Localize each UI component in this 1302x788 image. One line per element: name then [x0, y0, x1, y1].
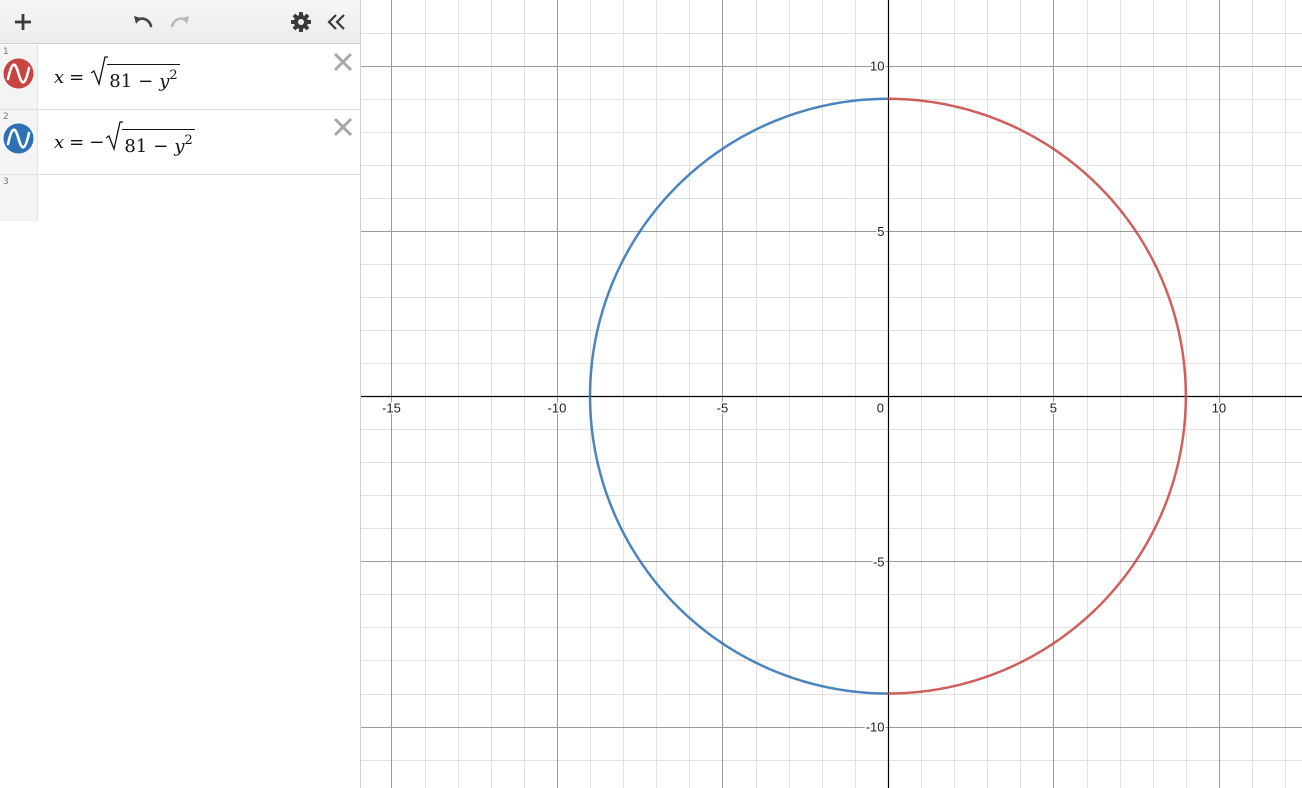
delete-expression-icon[interactable]: [332, 51, 354, 73]
radical-sign-icon: [105, 120, 124, 151]
x-tick-label: 5: [1050, 401, 1057, 416]
redo-icon: [170, 16, 189, 28]
expression-index: 2: [3, 112, 9, 122]
add-expression-button[interactable]: [6, 0, 40, 44]
curve-color-icon[interactable]: [3, 123, 34, 154]
sign: −: [89, 132, 105, 153]
curve-color-icon[interactable]: [3, 58, 34, 89]
x-tick-label: -15: [382, 401, 401, 416]
axes: [361, 0, 1302, 788]
gear-icon: [291, 12, 311, 32]
minor-gridlines: [361, 0, 1302, 788]
y-tick-label: -5: [873, 554, 885, 569]
expression-panel: 1 x = 81 − y 2 2 x = − 81 − y 2 3: [0, 0, 361, 788]
expression-lhs: x: [54, 67, 65, 88]
expression-gutter: 2: [0, 110, 38, 174]
minus-sign: −: [153, 135, 169, 157]
collapse-panel-button[interactable]: [320, 0, 354, 44]
equals-sign: =: [69, 132, 85, 153]
y-tick-label: 10: [870, 59, 884, 74]
expression-math-2[interactable]: x = − 81 − y 2: [54, 110, 195, 175]
x-tick-label: -5: [717, 401, 729, 416]
redo-button[interactable]: [163, 0, 197, 44]
radicand-number: 81: [109, 70, 133, 92]
equals-sign: =: [69, 67, 85, 88]
double-chevron-left-icon: [327, 14, 345, 30]
expression-gutter: 1: [0, 45, 38, 109]
radicand: 81 − y 2: [107, 63, 180, 92]
y-tick-label: -10: [866, 720, 885, 735]
major-gridlines: [361, 0, 1302, 788]
panel-toolbar: [0, 0, 360, 44]
undo-button[interactable]: [126, 0, 160, 44]
expression-index: 3: [3, 177, 9, 187]
expression-row-3[interactable]: 3: [0, 175, 360, 221]
delete-expression-icon[interactable]: [332, 116, 354, 138]
expression-lhs: x: [54, 132, 65, 153]
expression-math-1[interactable]: x = 81 − y 2: [54, 45, 180, 110]
graph-canvas[interactable]: -15 -10 -5 0 5 10 10 5 -5 -10: [361, 0, 1302, 788]
radicand-variable: y: [174, 135, 185, 157]
x-tick-label: 10: [1212, 401, 1226, 416]
undo-icon: [134, 16, 153, 28]
radicand-number: 81: [124, 135, 148, 157]
settings-button[interactable]: [284, 0, 318, 44]
radical-sign-icon: [90, 55, 109, 86]
minus-sign: −: [138, 70, 154, 92]
expression-list: 1 x = 81 − y 2 2 x = − 81 − y 2 3: [0, 45, 360, 221]
exponent: 2: [184, 132, 193, 148]
radical: 81 − y 2: [90, 55, 180, 92]
radicand: 81 − y 2: [122, 128, 195, 157]
exponent: 2: [169, 67, 178, 83]
y-tick-label: 5: [877, 224, 884, 239]
radicand-variable: y: [159, 70, 170, 92]
x-tick-label: 0: [877, 401, 884, 416]
expression-gutter: 3: [0, 175, 38, 221]
radical: 81 − y 2: [105, 120, 195, 157]
expression-row-1[interactable]: 1 x = 81 − y 2: [0, 45, 360, 110]
x-tick-label: -10: [548, 401, 567, 416]
graphing-calculator: 1 x = 81 − y 2 2 x = − 81 − y 2 3 -15 -1…: [0, 0, 1302, 788]
expression-row-2[interactable]: 2 x = − 81 − y 2: [0, 110, 360, 175]
graph-svg[interactable]: -15 -10 -5 0 5 10 10 5 -5 -10: [361, 0, 1302, 788]
plus-icon: [15, 14, 31, 30]
expression-index: 1: [3, 47, 9, 57]
